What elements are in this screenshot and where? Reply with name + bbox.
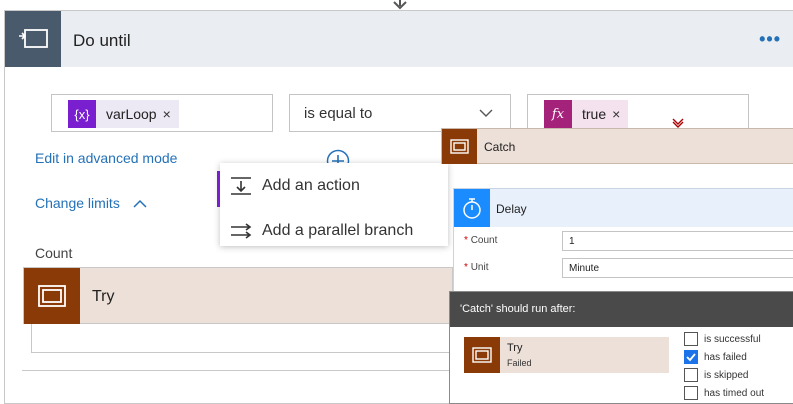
add-step-menu: Add an action Add a parallel branch [217, 163, 448, 246]
variable-icon: {x} [68, 100, 96, 128]
operator-value: is equal to [304, 105, 373, 122]
remove-token-icon[interactable]: × [163, 106, 179, 122]
checkmark-icon [686, 353, 696, 362]
catch-scope-card[interactable]: Catch [441, 128, 793, 164]
unit-dropdown[interactable]: Minute [562, 258, 793, 278]
menu-item-add-action[interactable]: Add an action [220, 166, 448, 206]
parallel-branch-icon [231, 223, 252, 239]
checkbox[interactable] [684, 386, 698, 400]
chevron-down-icon [479, 109, 493, 117]
checkbox[interactable] [684, 368, 698, 382]
option-label: has failed [704, 351, 747, 363]
run-after-action-status: Failed [507, 358, 532, 368]
count-label: Count [35, 245, 73, 261]
unit-field-label: * Unit [464, 262, 489, 273]
run-after-title: 'Catch' should run after: [460, 303, 576, 315]
checkbox-checked[interactable] [684, 350, 698, 364]
menu-item-add-parallel-branch[interactable]: Add a parallel branch [220, 211, 448, 251]
option-is-skipped[interactable]: is skipped [684, 367, 748, 383]
flow-designer-canvas: Do until ••• {x} varLoop × is equal to f… [0, 0, 793, 404]
condition-right-field[interactable]: fx true × [527, 94, 749, 132]
timer-icon [454, 189, 490, 227]
try-title: Try [92, 288, 115, 305]
change-limits-label: Change limits [35, 195, 120, 211]
expression-icon: fx [544, 100, 572, 128]
try-scope-body [31, 324, 451, 353]
do-until-title: Do until [73, 31, 131, 50]
variable-token[interactable]: {x} varLoop × [68, 100, 179, 128]
condition-left-field[interactable]: {x} varLoop × [51, 94, 273, 132]
divider [22, 370, 452, 371]
run-after-panel: 'Catch' should run after: Try Failed is … [449, 291, 793, 404]
delay-header[interactable]: Delay [454, 189, 793, 227]
do-until-header[interactable]: Do until ••• [5, 11, 793, 67]
expression-token[interactable]: fx true × [544, 100, 629, 128]
catch-title: Catch [484, 140, 516, 154]
try-scope-card[interactable]: Try [23, 267, 453, 324]
menu-item-label: Add a parallel branch [262, 222, 414, 239]
loop-icon [5, 11, 61, 67]
count-field-label: * Count [464, 235, 498, 246]
edit-advanced-mode-link[interactable]: Edit in advanced mode [35, 150, 177, 166]
token-label: true [582, 106, 607, 122]
option-label: has timed out [704, 387, 765, 399]
add-action-icon [231, 177, 251, 195]
delay-action-card: Delay * Count 1 * Unit Minute [453, 188, 793, 292]
menu-item-label: Add an action [262, 177, 360, 194]
option-is-successful[interactable]: is successful [684, 331, 761, 347]
chevron-up-icon [133, 200, 147, 208]
count-input[interactable]: 1 [562, 231, 793, 251]
operator-dropdown[interactable]: is equal to [289, 94, 511, 132]
run-after-action-name: Try [507, 342, 523, 354]
scope-icon [464, 337, 500, 373]
change-limits-link[interactable]: Change limits [35, 195, 148, 211]
token-label: varLoop [106, 106, 157, 122]
delay-title: Delay [496, 202, 527, 216]
connector-arrow-icon [393, 0, 407, 10]
scope-icon [24, 268, 80, 324]
option-has-timed-out[interactable]: has timed out [684, 385, 764, 401]
option-label: is successful [704, 333, 761, 345]
run-after-header: 'Catch' should run after: [450, 292, 793, 327]
checkbox[interactable] [684, 332, 698, 346]
scope-icon [442, 129, 477, 164]
run-after-action: Try Failed [464, 337, 669, 373]
option-has-failed[interactable]: has failed [684, 349, 747, 365]
remove-token-icon[interactable]: × [612, 106, 628, 122]
more-options-icon[interactable]: ••• [759, 29, 781, 50]
option-label: is skipped [704, 369, 749, 381]
